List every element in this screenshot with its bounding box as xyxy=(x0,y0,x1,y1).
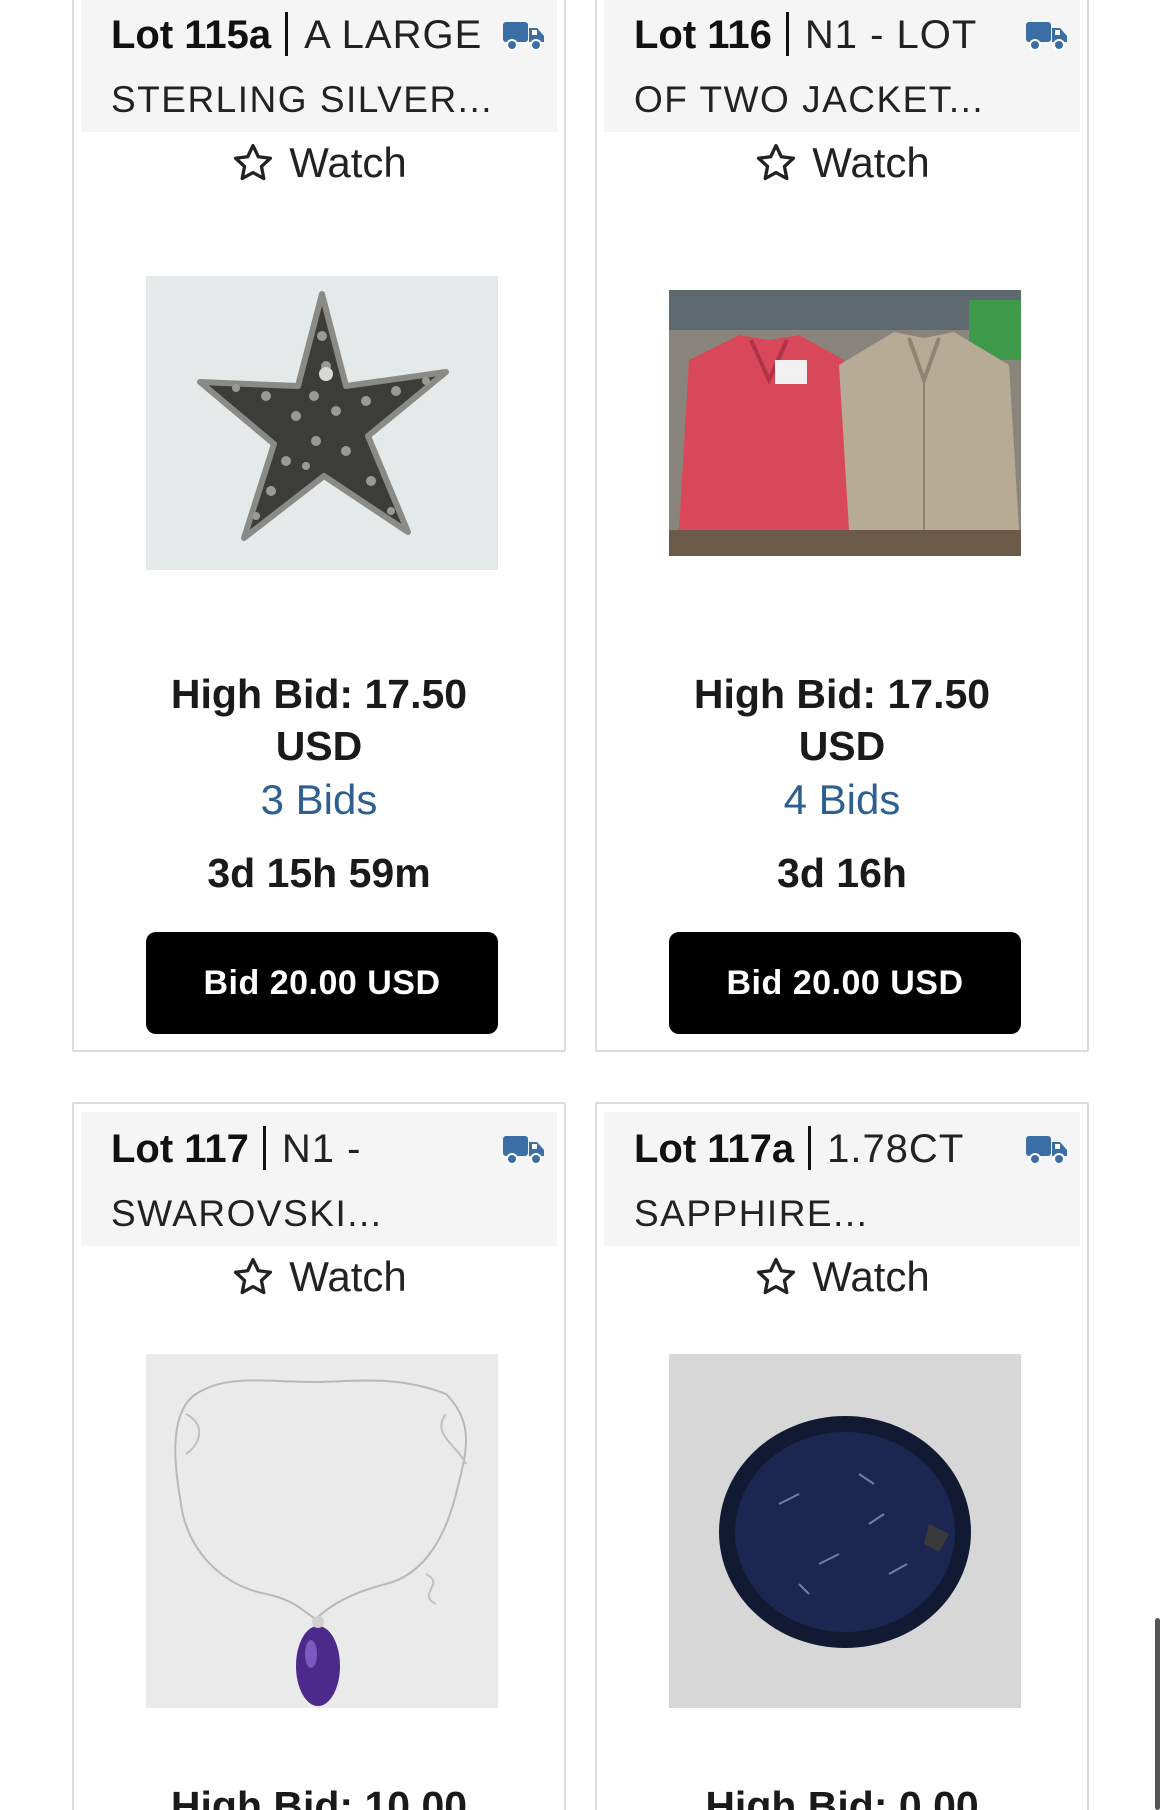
lot-title[interactable]: Lot 117a 1.78CT xyxy=(634,1126,964,1172)
lot-card-header: Lot 117 N1 - SWAROVSKI... xyxy=(81,1112,557,1246)
high-bid-currency: USD xyxy=(798,723,886,769)
bid-count-link[interactable]: 3 Bids xyxy=(74,776,564,824)
lot-card[interactable]: Lot 116 N1 - LOT OF TWO JACKET... Watch xyxy=(595,0,1089,1052)
lot-description-line2[interactable]: OF TWO JACKET... xyxy=(634,78,984,122)
sapphire-image[interactable] xyxy=(669,1354,1021,1708)
bid-button[interactable]: Bid 20.00 USD xyxy=(669,932,1021,1034)
high-bid-amount: High Bid: 10.00 xyxy=(170,1783,468,1810)
title-separator xyxy=(808,1126,812,1170)
high-bid: High Bid: 10.00 xyxy=(74,1780,564,1810)
title-separator xyxy=(262,1126,266,1170)
high-bid-amount: High Bid: 17.50 xyxy=(170,671,468,717)
lot-card-header: Lot 117a 1.78CT SAPPHIRE... xyxy=(604,1112,1080,1246)
watch-button[interactable]: Watch xyxy=(74,136,564,190)
star-outline-icon xyxy=(234,1257,273,1295)
necklace-image[interactable] xyxy=(146,1354,498,1708)
lot-description-line1: N1 - LOT xyxy=(804,13,978,57)
lot-description-line1: A LARGE xyxy=(304,13,483,57)
lot-description-line2[interactable]: SAPPHIRE... xyxy=(634,1192,868,1236)
bid-button[interactable]: Bid 20.00 USD xyxy=(146,932,498,1034)
high-bid: High Bid: 0.00 xyxy=(597,1780,1087,1810)
star-outline-icon xyxy=(757,143,796,181)
time-remaining: 3d 15h 59m xyxy=(207,850,431,896)
sapphire-icon xyxy=(669,1354,1021,1708)
lot-title[interactable]: Lot 115a A LARGE xyxy=(111,12,482,58)
scrollbar[interactable] xyxy=(1155,1618,1160,1810)
high-bid: High Bid: 17.50 USD xyxy=(74,668,564,772)
two-jackets-image[interactable] xyxy=(669,290,1021,556)
title-separator xyxy=(285,12,289,56)
lot-description-line1: N1 - xyxy=(281,1127,362,1171)
lot-card[interactable]: Lot 117a 1.78CT SAPPHIRE... Watch High B… xyxy=(595,1102,1089,1810)
truck-icon xyxy=(1026,1136,1067,1165)
lot-description-line2[interactable]: SWAROVSKI... xyxy=(111,1192,383,1236)
lot-card[interactable]: Lot 115a A LARGE STERLING SILVER... Watch xyxy=(72,0,566,1052)
lot-number: Lot 117 xyxy=(111,1127,249,1171)
bid-count-link[interactable]: 4 Bids xyxy=(597,776,1087,824)
truck-icon xyxy=(503,1136,544,1165)
necklace-icon xyxy=(146,1354,498,1708)
time-remaining: 3d 16h xyxy=(777,850,907,896)
high-bid-currency: USD xyxy=(275,723,363,769)
lot-number: Lot 117a xyxy=(634,1127,795,1171)
star-outline-icon xyxy=(757,1257,796,1295)
lot-number: Lot 116 xyxy=(634,13,772,57)
star-outline-icon xyxy=(234,143,273,181)
lot-description-line1: 1.78CT xyxy=(827,1127,965,1171)
watch-button[interactable]: Watch xyxy=(597,1250,1087,1304)
watch-button[interactable]: Watch xyxy=(597,136,1087,190)
watch-label: Watch xyxy=(812,1253,930,1300)
watch-label: Watch xyxy=(289,1253,407,1300)
title-separator xyxy=(785,12,789,56)
lot-card[interactable]: Lot 117 N1 - SWAROVSKI... Watch High Bid… xyxy=(72,1102,566,1810)
high-bid-amount: High Bid: 0.00 xyxy=(705,1783,979,1810)
lot-grid: Lot 115a A LARGE STERLING SILVER... Watch xyxy=(0,0,1170,1810)
truck-icon xyxy=(503,22,544,51)
lot-description-line2[interactable]: STERLING SILVER... xyxy=(111,78,493,122)
lot-number: Lot 115a xyxy=(111,13,272,57)
watch-label: Watch xyxy=(812,139,930,186)
truck-icon xyxy=(1026,22,1067,51)
high-bid-amount: High Bid: 17.50 xyxy=(693,671,991,717)
watch-label: Watch xyxy=(289,139,407,186)
lot-card-header: Lot 115a A LARGE STERLING SILVER... xyxy=(81,0,557,132)
jackets-icon xyxy=(669,290,1021,556)
lot-title[interactable]: Lot 117 N1 - xyxy=(111,1126,361,1172)
starfish-brooch-image[interactable] xyxy=(146,276,498,570)
lot-title[interactable]: Lot 116 N1 - LOT xyxy=(634,12,977,58)
starfish-icon xyxy=(146,276,498,570)
high-bid: High Bid: 17.50 USD xyxy=(597,668,1087,772)
watch-button[interactable]: Watch xyxy=(74,1250,564,1304)
lot-card-header: Lot 116 N1 - LOT OF TWO JACKET... xyxy=(604,0,1080,132)
